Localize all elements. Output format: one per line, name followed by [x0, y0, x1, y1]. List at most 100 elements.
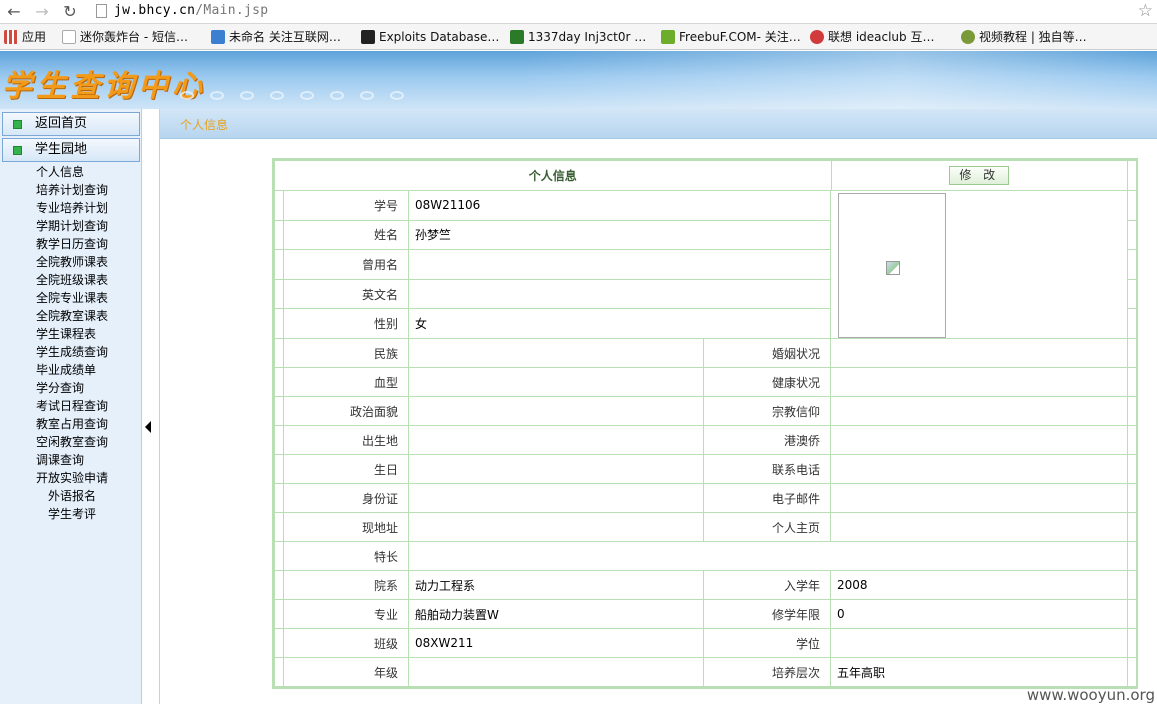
menu-item[interactable]: 全院教室课表 — [0, 307, 140, 325]
home-label: 返回首页 — [35, 116, 88, 131]
collapse-arrow-icon[interactable] — [145, 421, 151, 433]
menu-item[interactable]: 调课查询 — [0, 451, 140, 469]
field-label: 性别 — [283, 308, 409, 339]
gender-value: 女 — [408, 308, 831, 339]
field-label: 联系电话 — [703, 454, 831, 484]
exploit-db-icon — [361, 30, 375, 44]
menu-item[interactable]: 考试日程查询 — [0, 397, 140, 415]
field-label: 血型 — [283, 367, 409, 397]
personal-info-panel: 个人信息 修 改 学号 08W21106 姓名 孙梦竺 曾用名 英文名 性别 女… — [272, 158, 1138, 689]
entry-year-value: 2008 — [830, 570, 1128, 600]
menu-item[interactable]: 开放实验申请 — [0, 469, 140, 487]
field-label: 年级 — [283, 657, 409, 687]
bookmark-item[interactable]: 视频教程 | 独自等… — [961, 28, 1087, 46]
birthday-value — [408, 454, 704, 484]
reload-icon[interactable]: ↻ — [60, 2, 80, 22]
sidebar-splitter[interactable] — [142, 109, 160, 704]
address-value — [408, 512, 704, 542]
bookmark-item[interactable]: 联想 ideaclub 互… — [810, 28, 934, 46]
site-icon — [211, 30, 225, 44]
political-value — [408, 396, 704, 426]
page-icon — [62, 30, 76, 44]
degree-value — [830, 628, 1128, 658]
main-content: 个人信息 个人信息 修 改 学号 08W21106 姓名 孙梦竺 曾用名 英文名… — [160, 109, 1157, 704]
menu-item[interactable]: 培养计划查询 — [0, 181, 140, 199]
field-label: 民族 — [283, 338, 409, 368]
field-label: 英文名 — [283, 278, 409, 310]
avatar-icon — [961, 30, 975, 44]
menu-item[interactable]: 学期计划查询 — [0, 217, 140, 235]
bookmark-label: 1337day Inj3ct0r … — [528, 30, 647, 44]
bookmark-item[interactable]: Exploits Database… — [361, 28, 499, 46]
site-icon — [510, 30, 524, 44]
menu-item[interactable]: 学生成绩查询 — [0, 343, 140, 361]
bookmark-label: 视频教程 | 独自等… — [979, 30, 1087, 44]
menu-subitem[interactable]: 学生考评 — [0, 505, 140, 523]
breadcrumb: 个人信息 — [180, 118, 229, 132]
bookmark-item[interactable]: 未命名 关注互联网… — [211, 28, 341, 46]
menu-item[interactable]: 学生课程表 — [0, 325, 140, 343]
major-value: 船舶动力装置W — [408, 599, 704, 629]
breadcrumb-bar: 个人信息 — [160, 109, 1157, 139]
bookmark-item[interactable]: 1337day Inj3ct0r … — [510, 28, 646, 46]
field-label: 曾用名 — [283, 249, 409, 280]
menu-item[interactable]: 全院专业课表 — [0, 289, 140, 307]
name-value: 孙梦竺 — [408, 219, 831, 251]
english-name-value — [408, 278, 831, 310]
menu-item[interactable]: 专业培养计划 — [0, 199, 140, 217]
lenovo-icon — [810, 30, 824, 44]
bookmark-item[interactable]: FreebuF.COM- 关注… — [661, 28, 801, 46]
field-label: 现地址 — [283, 512, 409, 542]
bookmark-star-icon[interactable]: ☆ — [1138, 1, 1153, 21]
field-label: 特长 — [283, 541, 409, 571]
broken-image-icon — [886, 261, 900, 275]
freebuf-icon — [661, 30, 675, 44]
menu-item[interactable]: 教室占用查询 — [0, 415, 140, 433]
grade-value — [408, 657, 704, 687]
former-name-value — [408, 249, 831, 280]
bookmark-apps[interactable]: 应用 — [4, 28, 46, 46]
field-label: 专业 — [283, 599, 409, 629]
hk-macau-value — [830, 425, 1128, 455]
department-value: 动力工程系 — [408, 570, 704, 600]
health-value — [830, 367, 1128, 397]
student-menu: 个人信息 培养计划查询 专业培养计划 学期计划查询 教学日历查询 全院教师课表 … — [0, 163, 140, 523]
bookmark-item[interactable]: 迷你轰炸台 - 短信… — [62, 28, 188, 46]
field-label: 出生地 — [283, 425, 409, 455]
edit-button[interactable]: 修 改 — [949, 166, 1010, 185]
menu-item[interactable]: 学分查询 — [0, 379, 140, 397]
menu-item-personal-info[interactable]: 个人信息 — [0, 163, 140, 181]
field-label: 宗教信仰 — [703, 396, 831, 426]
email-value — [830, 483, 1128, 513]
field-label: 政治面貌 — [283, 396, 409, 426]
field-label: 学位 — [703, 628, 831, 658]
apps-grid-icon — [4, 30, 18, 44]
menu-subitem[interactable]: 外语报名 — [0, 487, 140, 505]
class-value: 08XW211 — [408, 628, 704, 658]
student-section-header[interactable]: 学生园地 — [2, 138, 140, 162]
religion-value — [830, 396, 1128, 426]
menu-item[interactable]: 全院教师课表 — [0, 253, 140, 271]
menu-item[interactable]: 空闲教室查询 — [0, 433, 140, 451]
menu-item[interactable]: 全院班级课表 — [0, 271, 140, 289]
banner-circles — [180, 89, 420, 101]
student-photo — [838, 193, 946, 338]
level-value: 五年高职 — [830, 657, 1128, 687]
sidebar: 返回首页 学生园地 个人信息 培养计划查询 专业培养计划 学期计划查询 教学日历… — [0, 109, 142, 704]
bookmark-label: FreebuF.COM- 关注… — [679, 30, 801, 44]
field-label: 学号 — [283, 190, 409, 221]
field-label: 入学年 — [703, 570, 831, 600]
menu-item[interactable]: 毕业成绩单 — [0, 361, 140, 379]
back-arrow-icon[interactable]: ← — [4, 2, 24, 22]
field-label: 班级 — [283, 628, 409, 658]
forward-arrow-icon[interactable]: → — [32, 2, 52, 22]
home-link[interactable]: 返回首页 — [2, 112, 140, 136]
id-card-value — [408, 483, 704, 513]
watermark: www.wooyun.org — [1026, 686, 1155, 704]
menu-item[interactable]: 教学日历查询 — [0, 235, 140, 253]
browser-toolbar: ← → ↻ jw.bhcy.cn/Main.jsp ☆ — [0, 0, 1157, 24]
field-label: 培养层次 — [703, 657, 831, 687]
field-label: 港澳侨 — [703, 425, 831, 455]
field-label: 健康状况 — [703, 367, 831, 397]
address-bar[interactable]: jw.bhcy.cn/Main.jsp — [114, 3, 268, 18]
